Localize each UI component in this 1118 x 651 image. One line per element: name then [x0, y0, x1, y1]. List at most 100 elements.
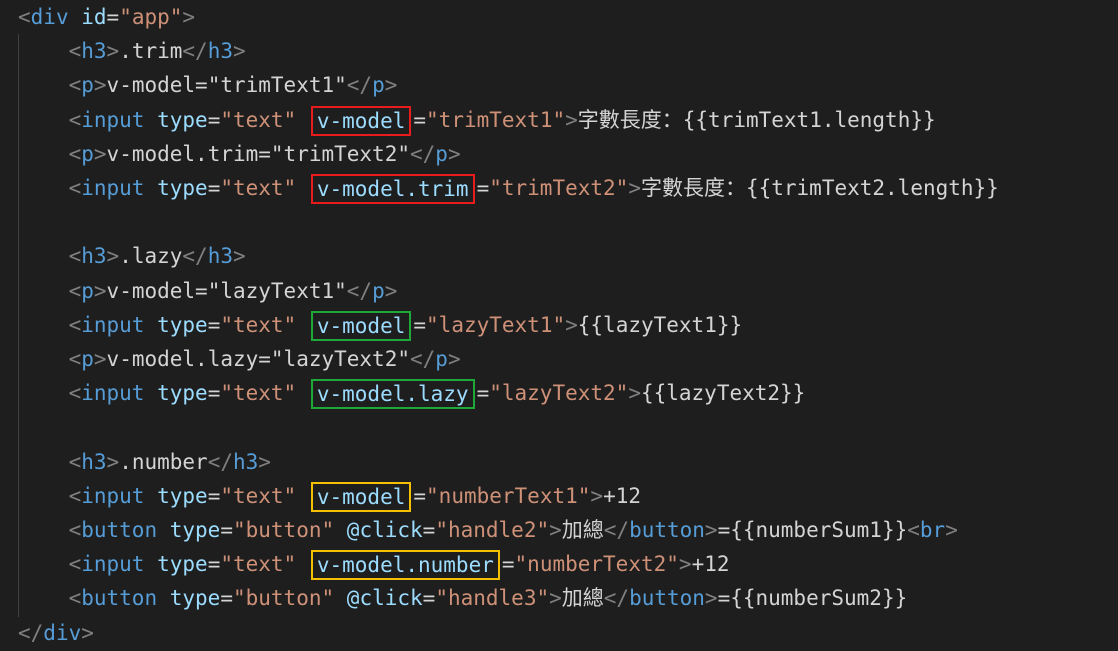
code-token: div [43, 620, 82, 645]
code-token: = [476, 176, 490, 200]
code-token: h3 [81, 39, 107, 64]
code-token: h3 [207, 39, 233, 64]
code-token: = [422, 518, 436, 542]
code-token: "lazyText1" [426, 312, 566, 337]
code-token: > [81, 620, 94, 645]
code-token: "numberText2" [514, 552, 679, 577]
code-token: > [945, 518, 958, 542]
code-token: "lazyText2" [489, 381, 629, 406]
code-token: br [919, 518, 946, 542]
code-token: </ [603, 586, 630, 611]
code-token: < [68, 347, 82, 371]
code-token: type [157, 107, 208, 132]
code-token: p [81, 278, 94, 303]
code-token: > [384, 278, 398, 303]
code-token: input [81, 381, 145, 406]
code-token: </ [182, 39, 208, 64]
code-line: <h3>.lazy</h3> [18, 239, 246, 273]
code-token: > [258, 449, 271, 474]
code-token: < [68, 73, 82, 98]
code-editor[interactable]: <div id="app"> <h3>.trim</h3> <p>v-model… [0, 0, 1118, 651]
code-token: "text" [220, 176, 297, 200]
code-line: <p>v-model.trim="trimText2"</p> [18, 137, 461, 171]
code-token: "text" [220, 552, 297, 577]
code-token: v-model="trimText1" [106, 73, 347, 98]
code-line: <button type="button" @click="handle3">加… [18, 581, 908, 615]
code-line: <h3>.number</h3> [18, 445, 271, 479]
code-token: > [233, 244, 246, 269]
code-token: > [106, 449, 120, 474]
code-token: > [549, 518, 562, 542]
code-token: "numberText1" [426, 483, 591, 508]
code-line: <input type="text" v-model.lazy ="lazyTex… [18, 376, 805, 410]
code-token: type [169, 586, 221, 611]
code-token: </ [207, 449, 233, 474]
code-token: v-model="lazyText1" [106, 278, 347, 303]
code-token: p [81, 347, 94, 371]
code-token: < [68, 312, 82, 337]
code-token: h3 [233, 449, 259, 474]
code-token: p [372, 73, 385, 98]
code-token: type [157, 312, 208, 337]
code-line: </div> [18, 616, 94, 650]
code-token: v-model.lazy="lazyText2" [106, 347, 410, 371]
code-token: button [629, 518, 705, 542]
code-token: = [207, 483, 221, 508]
code-token: </ [18, 620, 44, 645]
code-line: <input type="text" v-model.trim ="trimTex… [18, 171, 999, 205]
code-token: = [207, 176, 221, 200]
code-token: +12 [603, 483, 641, 508]
code-token: > [93, 141, 107, 166]
code-token: div [30, 5, 69, 29]
code-token: = [207, 552, 221, 577]
code-token: = [207, 381, 221, 406]
code-token: "button" [232, 586, 335, 611]
code-token: < [68, 244, 82, 269]
code-token: > [233, 39, 246, 64]
code-token: > [628, 176, 641, 200]
code-line: <p>v-model="lazyText1"</p> [18, 274, 398, 308]
code-token: input [81, 312, 145, 337]
code-token: = [207, 107, 221, 132]
code-token: @click [346, 518, 423, 542]
code-token: p [81, 73, 94, 98]
code-token: = [413, 483, 427, 508]
code-token: "text" [220, 312, 297, 337]
code-token: p [435, 347, 448, 371]
code-line: <h3>.trim</h3> [18, 34, 246, 68]
code-token: type [157, 483, 208, 508]
code-line: <input type="text" v-model ="trimText1">字… [18, 103, 936, 137]
code-token: </ [182, 244, 208, 269]
highlighted-token: v-model.number [310, 550, 500, 581]
code-token: < [68, 552, 82, 577]
code-token: < [18, 5, 31, 29]
code-token: type [169, 518, 221, 542]
code-token: "text" [220, 107, 297, 132]
code-token: </ [603, 518, 630, 542]
code-token: "handle3" [435, 586, 550, 611]
code-token: input [81, 483, 145, 508]
highlighted-token: v-model [310, 105, 412, 136]
code-token: > [590, 483, 604, 508]
code-token: "text" [220, 381, 297, 406]
code-token: < [907, 518, 920, 542]
code-token: 字數長度：{{trimText2.length}} [640, 176, 999, 200]
code-token: > [678, 552, 692, 577]
code-token: input [81, 176, 145, 200]
code-token: = [207, 312, 221, 337]
code-token: < [68, 586, 82, 611]
code-token: > [549, 586, 562, 611]
